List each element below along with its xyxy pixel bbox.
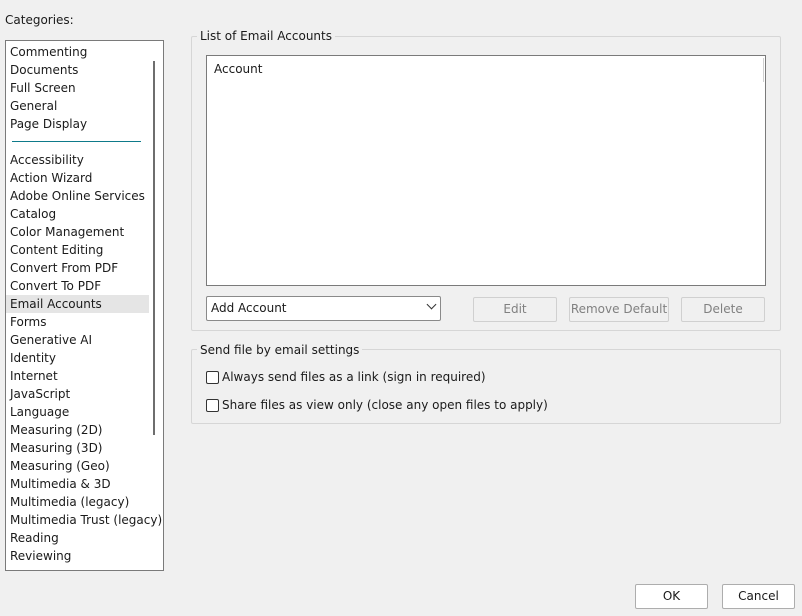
- category-item[interactable]: Internet: [6, 367, 149, 385]
- view-only-checkbox[interactable]: [206, 399, 219, 412]
- category-item[interactable]: Content Editing: [6, 241, 149, 259]
- category-item[interactable]: Page Display: [6, 115, 149, 133]
- email-accounts-group-title: List of Email Accounts: [197, 29, 335, 43]
- category-item[interactable]: Convert To PDF: [6, 277, 149, 295]
- view-only-label[interactable]: Share files as view only (close any open…: [222, 398, 548, 412]
- column-divider: [763, 58, 764, 82]
- email-accounts-listbox[interactable]: Account: [206, 55, 766, 286]
- category-item[interactable]: Catalog: [6, 205, 149, 223]
- category-item[interactable]: Language: [6, 403, 149, 421]
- category-item[interactable]: Color Management: [6, 223, 149, 241]
- chevron-down-icon: [426, 299, 437, 310]
- category-item[interactable]: Generative AI: [6, 331, 149, 349]
- add-account-dropdown[interactable]: Add Account: [206, 296, 441, 321]
- delete-button[interactable]: Delete: [681, 297, 765, 322]
- send-settings-group-title: Send file by email settings: [197, 343, 363, 357]
- categories-separator: [12, 141, 141, 142]
- category-item[interactable]: Multimedia & 3D: [6, 475, 149, 493]
- category-item[interactable]: Forms: [6, 313, 149, 331]
- category-item[interactable]: Multimedia Trust (legacy): [6, 511, 162, 529]
- category-item[interactable]: Action Wizard: [6, 169, 149, 187]
- category-item[interactable]: General: [6, 97, 149, 115]
- category-item[interactable]: Adobe Online Services: [6, 187, 149, 205]
- always-link-label[interactable]: Always send files as a link (sign in req…: [222, 370, 486, 384]
- cancel-button[interactable]: Cancel: [722, 584, 795, 609]
- category-item[interactable]: Full Screen: [6, 79, 149, 97]
- ok-button[interactable]: OK: [635, 584, 708, 609]
- categories-scrollbar[interactable]: [153, 61, 155, 435]
- category-item[interactable]: JavaScript: [6, 385, 149, 403]
- edit-button[interactable]: Edit: [473, 297, 557, 322]
- send-settings-group: [191, 349, 781, 424]
- categories-label: Categories:: [5, 13, 74, 27]
- category-item-selected[interactable]: Email Accounts: [6, 295, 149, 313]
- category-item[interactable]: Measuring (3D): [6, 439, 149, 457]
- category-item[interactable]: Measuring (2D): [6, 421, 149, 439]
- category-item[interactable]: Accessibility: [6, 151, 149, 169]
- category-item[interactable]: Multimedia (legacy): [6, 493, 149, 511]
- category-item[interactable]: Commenting: [6, 43, 149, 61]
- category-item[interactable]: Convert From PDF: [6, 259, 149, 277]
- category-item[interactable]: Documents: [6, 61, 149, 79]
- always-link-checkbox[interactable]: [206, 371, 219, 384]
- account-column-header[interactable]: Account: [214, 62, 262, 76]
- category-item[interactable]: Reviewing: [6, 547, 149, 565]
- category-item[interactable]: Measuring (Geo): [6, 457, 149, 475]
- category-item[interactable]: Identity: [6, 349, 149, 367]
- add-account-dropdown-value: Add Account: [211, 301, 287, 315]
- categories-list[interactable]: Commenting Documents Full Screen General Pag…: [5, 40, 164, 571]
- remove-default-button[interactable]: Remove Default: [569, 297, 669, 322]
- category-item[interactable]: Reading: [6, 529, 149, 547]
